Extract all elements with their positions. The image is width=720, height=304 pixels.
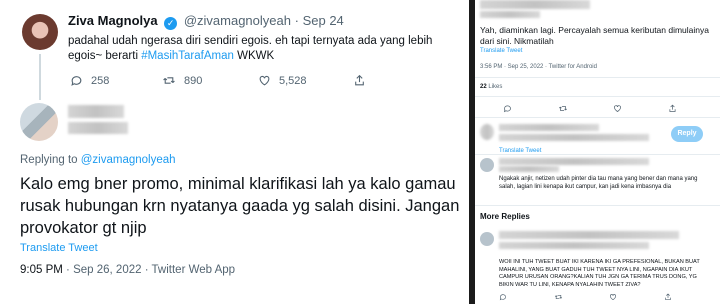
reply-button[interactable]: Reply	[671, 126, 703, 142]
redacted-header	[480, 11, 540, 18]
reply-text: Ngakak anjir, netizen udah pinter dia ta…	[499, 176, 698, 190]
parent-tweet-text: Yah, diaminkan lagi. Percayalah semua ke…	[480, 25, 709, 46]
avatar[interactable]	[480, 232, 494, 246]
divider	[475, 96, 720, 97]
separator-dot: ·	[294, 13, 299, 28]
left-tweet-panel: Ziva Magnolya ✓ @zivamagnolyeah · Sep 24…	[0, 0, 469, 304]
share-action[interactable]	[353, 74, 366, 87]
tweet-time[interactable]: 9:05 PM	[20, 264, 63, 276]
redacted-reply-field	[499, 134, 649, 141]
meta-dot: ·	[66, 264, 70, 276]
tweet-actions	[499, 293, 699, 302]
verified-badge-icon: ✓	[164, 17, 178, 30]
reply-text: WOII INI TUH TWEET BUAT IKI KARENA IKI G…	[499, 259, 700, 288]
divider	[475, 154, 720, 155]
mention-link[interactable]: @zivamagnolyeah	[81, 154, 176, 166]
reply-action[interactable]: 258	[70, 74, 109, 87]
reply-icon[interactable]	[499, 293, 507, 303]
like-action[interactable]: 5,528	[258, 74, 307, 87]
tweet-client: Twitter Web App	[151, 264, 236, 276]
tweet-meta: 3:56 PM · Sep 25, 2022 · Twitter for And…	[480, 64, 597, 70]
redacted-handle	[499, 242, 649, 249]
tweet-actions	[503, 104, 703, 114]
redacted-handle	[68, 122, 128, 134]
redacted-header	[480, 0, 590, 9]
divider	[475, 77, 720, 78]
reply-icon	[71, 76, 82, 86]
translate-tweet-link[interactable]: Translate Tweet	[480, 48, 522, 54]
avatar[interactable]	[20, 103, 58, 141]
redacted-handle	[499, 166, 559, 172]
share-icon[interactable]	[664, 293, 672, 303]
redacted-name	[68, 105, 124, 118]
redacted-avatar	[480, 124, 494, 140]
redacted-name	[499, 231, 679, 239]
likes-label: Likes	[488, 84, 503, 90]
redacted-name	[499, 158, 649, 165]
tweet-meta: 9:05 PM · Sep 26, 2022 · Twitter Web App	[20, 264, 235, 276]
redacted-reply-field	[499, 124, 599, 131]
tweet-date[interactable]: Sep 24	[303, 13, 344, 28]
author-handle[interactable]: @zivamagnolyeah	[184, 13, 291, 28]
tweet-full-date[interactable]: Sep 26, 2022	[73, 264, 141, 276]
more-replies-heading: More Replies	[480, 212, 530, 221]
retweet-icon[interactable]	[558, 104, 568, 115]
replying-prefix: Replying to	[20, 154, 81, 166]
reply-icon[interactable]	[503, 104, 512, 115]
divider	[475, 117, 720, 118]
heart-icon[interactable]	[609, 293, 617, 303]
author-name[interactable]: Ziva Magnolya	[68, 13, 158, 28]
divider	[475, 205, 720, 206]
meta-dot: ·	[144, 264, 149, 276]
right-replies-panel: Yah, diaminkan lagi. Percayalah semua ke…	[475, 0, 720, 304]
likes-count: 22	[480, 84, 487, 90]
retweet-icon[interactable]	[554, 293, 563, 303]
heart-icon	[259, 75, 270, 86]
tweet-actions: 258 890 5,528	[70, 74, 370, 90]
tweet-text-tail: WKWK	[233, 50, 275, 62]
share-icon[interactable]	[668, 104, 677, 115]
avatar[interactable]	[480, 158, 494, 172]
retweet-action[interactable]: 890	[162, 74, 202, 87]
hashtag-link[interactable]: #MasihTarafAman	[141, 50, 234, 62]
thread-line	[39, 54, 41, 100]
avatar[interactable]	[22, 14, 58, 50]
heart-icon[interactable]	[613, 104, 622, 115]
like-count: 5,528	[279, 74, 307, 87]
reply-count: 258	[91, 74, 110, 87]
tweet-header: Ziva Magnolya ✓ @zivamagnolyeah · Sep 24	[68, 13, 344, 30]
retweet-count: 890	[184, 74, 203, 87]
translate-tweet-link[interactable]: Translate Tweet	[20, 242, 98, 254]
share-icon	[355, 74, 364, 86]
likes-stat[interactable]: 22 Likes	[480, 84, 502, 90]
reply-tweet-text: Kalo emg bner promo, minimal klarifikasi…	[20, 175, 460, 237]
replying-to: Replying to @zivamagnolyeah	[20, 154, 176, 166]
tweet-text: padahal udah ngerasa diri sendiri egois.…	[68, 34, 458, 64]
retweet-icon	[163, 77, 175, 84]
